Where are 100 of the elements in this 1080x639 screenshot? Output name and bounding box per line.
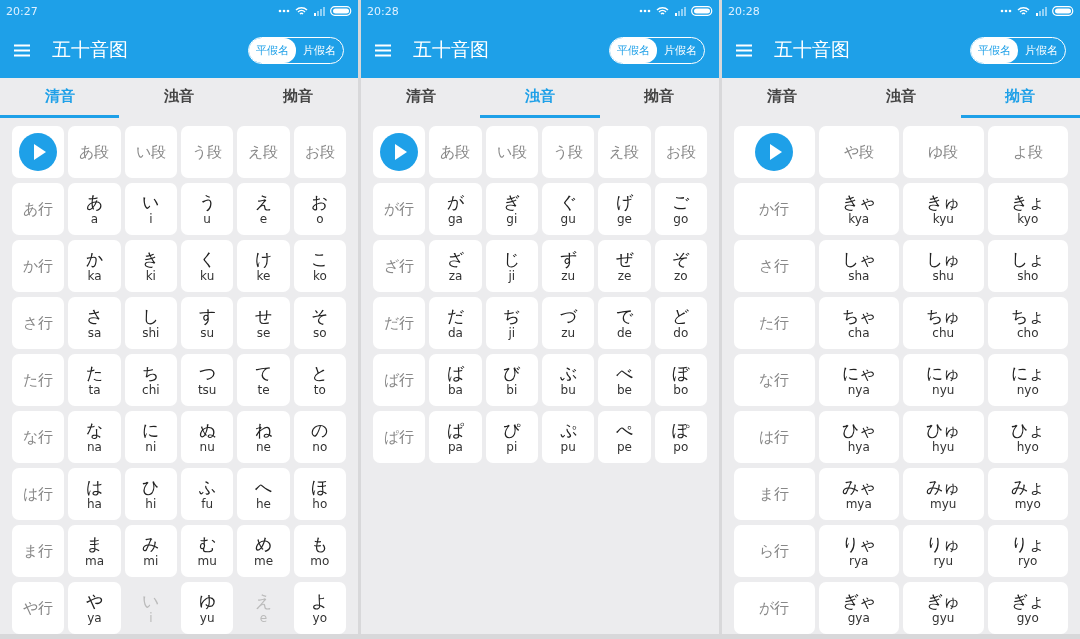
kana-card[interactable]: て te [237, 354, 290, 406]
kana-card[interactable]: ず zu [542, 240, 595, 292]
kana-card[interactable]: と to [293, 354, 346, 406]
kana-card[interactable]: しゃ sha [818, 240, 899, 292]
kana-card[interactable]: にゃ nya [818, 354, 899, 406]
play-button[interactable] [373, 126, 426, 178]
kana-card[interactable]: ぐ gu [542, 183, 595, 235]
kana-card[interactable]: ぴ pi [485, 411, 538, 463]
kana-card[interactable]: ちゅ chu [903, 297, 984, 349]
kana-card[interactable]: げ ge [598, 183, 651, 235]
menu-icon[interactable] [736, 43, 752, 57]
kana-card[interactable]: の no [293, 411, 346, 463]
kana-card[interactable]: お o [293, 183, 346, 235]
kana-card[interactable]: ざ za [429, 240, 482, 292]
play-button[interactable] [734, 126, 815, 178]
play-button[interactable] [12, 126, 65, 178]
kana-card[interactable]: みょ myo [987, 468, 1068, 520]
kana-card[interactable]: ぎゃ gya [818, 582, 899, 634]
kana-card[interactable]: ちょ cho [987, 297, 1068, 349]
kana-card[interactable]: ゆ yu [181, 582, 234, 634]
kana-card[interactable]: ぢ ji [485, 297, 538, 349]
kana-card[interactable]: ひゅ hyu [903, 411, 984, 463]
kana-card[interactable]: そ so [293, 297, 346, 349]
kana-card[interactable]: ぬ nu [181, 411, 234, 463]
kana-card[interactable]: ぎゅ gyu [903, 582, 984, 634]
kana-card[interactable]: ち chi [124, 354, 177, 406]
tab[interactable]: 拗音 [599, 78, 719, 118]
kana-card[interactable]: ぜ ze [598, 240, 651, 292]
menu-icon[interactable] [375, 43, 391, 57]
kana-card[interactable]: ほ ho [293, 468, 346, 520]
kana-card[interactable]: ひ hi [124, 468, 177, 520]
tab[interactable]: 拗音 [238, 78, 358, 118]
tab[interactable]: 浊音 [119, 78, 239, 118]
kana-card[interactable]: つ tsu [181, 354, 234, 406]
kana-card[interactable]: ぶ bu [542, 354, 595, 406]
kana-card[interactable]: しゅ shu [903, 240, 984, 292]
kana-card[interactable]: ぱ pa [429, 411, 482, 463]
kana-card[interactable]: づ zu [542, 297, 595, 349]
menu-icon[interactable] [14, 43, 30, 57]
kana-card[interactable]: で de [598, 297, 651, 349]
kana-card[interactable]: ちゃ cha [818, 297, 899, 349]
kana-card[interactable]: に ni [124, 411, 177, 463]
kana-card[interactable]: か ka [68, 240, 121, 292]
kana-card[interactable]: みゅ myu [903, 468, 984, 520]
kana-card[interactable]: こ ko [293, 240, 346, 292]
kana-card[interactable]: じ ji [485, 240, 538, 292]
kana-card[interactable]: び bi [485, 354, 538, 406]
kana-card[interactable]: にゅ nyu [903, 354, 984, 406]
tab[interactable]: 浊音 [841, 78, 961, 118]
play-icon[interactable] [19, 133, 58, 171]
kana-card[interactable]: ぷ pu [542, 411, 595, 463]
kana-card[interactable]: う u [181, 183, 234, 235]
kana-card[interactable]: せ se [237, 297, 290, 349]
kana-card[interactable]: ま ma [68, 525, 121, 577]
kana-card[interactable]: みゃ mya [818, 468, 899, 520]
kana-card[interactable]: み mi [124, 525, 177, 577]
kana-card[interactable]: ご go [654, 183, 707, 235]
tab[interactable]: 清音 [722, 78, 842, 118]
kana-card[interactable]: りゃ rya [818, 525, 899, 577]
kana-card[interactable]: た ta [68, 354, 121, 406]
kana-card[interactable]: ぎ gi [485, 183, 538, 235]
kana-card[interactable]: だ da [429, 297, 482, 349]
kana-card[interactable]: ぺ pe [598, 411, 651, 463]
kana-card[interactable]: す su [181, 297, 234, 349]
kana-card[interactable]: も mo [293, 525, 346, 577]
kana-card[interactable]: む mu [181, 525, 234, 577]
play-icon[interactable] [755, 133, 794, 171]
tab[interactable]: 清音 [361, 78, 481, 118]
kana-card[interactable]: め me [237, 525, 290, 577]
kana-card[interactable]: ぞ zo [654, 240, 707, 292]
kana-card[interactable]: あ a [68, 183, 121, 235]
kana-card[interactable]: りゅ ryu [903, 525, 984, 577]
kana-card[interactable]: は ha [68, 468, 121, 520]
kana-card[interactable]: ば ba [429, 354, 482, 406]
kana-card[interactable]: い i [124, 183, 177, 235]
kana-card[interactable]: りょ ryo [987, 525, 1068, 577]
kana-card[interactable]: よ yo [293, 582, 346, 634]
play-icon[interactable] [380, 133, 419, 171]
kana-card[interactable]: な na [68, 411, 121, 463]
kana-card[interactable]: べ be [598, 354, 651, 406]
kana-card[interactable]: ひょ hyo [987, 411, 1068, 463]
kana-card[interactable]: ふ fu [181, 468, 234, 520]
kana-card[interactable]: や ya [68, 582, 121, 634]
kana-card[interactable]: ぼ bo [654, 354, 707, 406]
kana-card[interactable]: にょ nyo [987, 354, 1068, 406]
kana-card[interactable]: さ sa [68, 297, 121, 349]
kana-card[interactable]: きゅ kyu [903, 183, 984, 235]
kana-card[interactable]: く ku [181, 240, 234, 292]
kana-card[interactable]: しょ sho [987, 240, 1068, 292]
kana-card[interactable]: ぽ po [654, 411, 707, 463]
kana-card[interactable]: ぎょ gyo [987, 582, 1068, 634]
kana-card[interactable]: し shi [124, 297, 177, 349]
kana-card[interactable]: ひゃ hya [818, 411, 899, 463]
kana-card[interactable]: へ he [237, 468, 290, 520]
kana-card[interactable]: きょ kyo [987, 183, 1068, 235]
kana-card[interactable]: き ki [124, 240, 177, 292]
kana-card[interactable]: え e [237, 183, 290, 235]
kana-card[interactable]: が ga [429, 183, 482, 235]
kana-card[interactable]: ど do [654, 297, 707, 349]
kana-card[interactable]: きゃ kya [818, 183, 899, 235]
